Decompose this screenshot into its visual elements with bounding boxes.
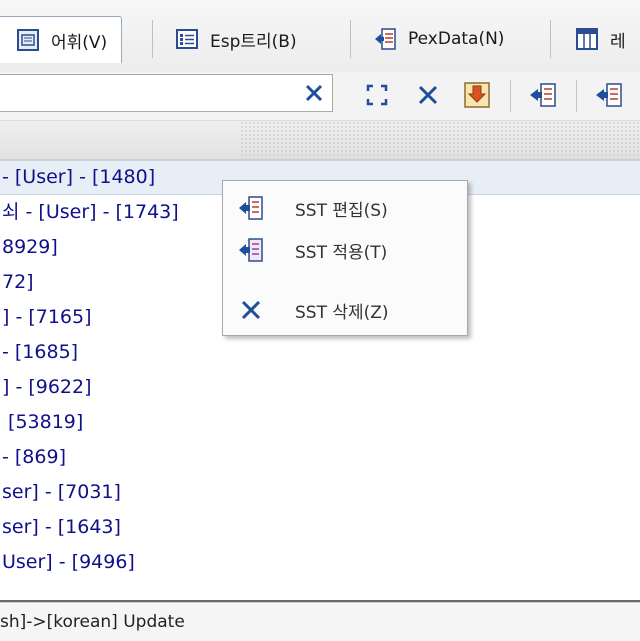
list-item-text: ] - [9622] bbox=[2, 376, 92, 398]
grip-pattern bbox=[240, 121, 640, 159]
esp-tree-icon bbox=[176, 29, 198, 49]
list-item[interactable]: ser] - [7031] bbox=[0, 475, 640, 510]
delete-button[interactable] bbox=[413, 80, 443, 110]
list-item-text: ] - [7165] bbox=[2, 306, 92, 328]
list-item-text: 8929] bbox=[2, 236, 58, 258]
menu-item-sst-edit[interactable]: SST 편집(S) bbox=[223, 189, 467, 227]
toolbar-separator bbox=[576, 80, 577, 112]
menu-item-label: SST 적용(T) bbox=[295, 242, 388, 263]
tab-esp-tree[interactable]: Esp트리(B) bbox=[176, 14, 297, 64]
close-icon bbox=[418, 85, 438, 105]
vocabulary-icon bbox=[17, 29, 39, 51]
tab-esp-tree-label: Esp트리(B) bbox=[210, 31, 297, 52]
close-icon bbox=[241, 300, 261, 320]
tab-vocabulary[interactable]: 어휘(V) bbox=[0, 16, 123, 63]
list-item[interactable]: [53819] bbox=[0, 405, 640, 440]
menu-item-sst-delete[interactable]: SST 삭제(Z) bbox=[223, 291, 467, 329]
list-item-text: - [869] bbox=[2, 446, 66, 468]
list-item[interactable]: - [1685] bbox=[0, 335, 640, 370]
search-input[interactable] bbox=[5, 75, 289, 111]
menu-item-label: SST 편집(S) bbox=[295, 200, 388, 221]
sst-edit-icon bbox=[530, 83, 556, 107]
list-item-text: [53819] bbox=[2, 411, 84, 433]
list-item-text: - [1685] bbox=[2, 341, 79, 363]
tab-vocabulary-label: 어휘(V) bbox=[51, 32, 108, 53]
expand-button[interactable] bbox=[362, 80, 392, 110]
menu-item-sst-apply[interactable]: SST 적용(T) bbox=[223, 231, 467, 269]
menu-item-label: SST 삭제(Z) bbox=[295, 302, 389, 323]
search-toolbar bbox=[0, 72, 640, 121]
download-button[interactable] bbox=[462, 80, 492, 110]
context-menu: SST 편집(S) SST 적용(T) SST 삭제(Z) bbox=[222, 180, 468, 336]
tab-pexdata[interactable]: PexData(N) bbox=[374, 14, 504, 64]
tab-separator bbox=[550, 20, 551, 58]
list-item-text: User] - [9496] bbox=[2, 551, 135, 573]
tab-more-label: 레 bbox=[610, 31, 626, 52]
list-item[interactable]: ] - [9622] bbox=[0, 370, 640, 405]
tab-separator bbox=[350, 20, 351, 58]
header-band bbox=[0, 121, 640, 160]
list-item[interactable]: ser] - [1643] bbox=[0, 510, 640, 545]
status-bar: sh]->[korean] Update bbox=[0, 602, 640, 641]
sst-apply-icon bbox=[596, 83, 622, 107]
tab-more[interactable]: 레 bbox=[576, 14, 626, 64]
toolbar-separator bbox=[510, 80, 511, 112]
table-icon bbox=[576, 28, 598, 50]
status-text: sh]->[korean] Update bbox=[0, 612, 185, 632]
sst-edit-button[interactable] bbox=[528, 80, 558, 110]
fullscreen-icon bbox=[366, 84, 388, 106]
tab-toolbar: 어휘(V) Esp트리(B) PexData(N) 레 bbox=[0, 0, 640, 73]
sst-edit-icon bbox=[239, 196, 263, 220]
tab-separator bbox=[152, 20, 153, 58]
tab-pexdata-label: PexData(N) bbox=[408, 29, 505, 49]
list-item-text: ser] - [7031] bbox=[2, 481, 121, 503]
pexdata-icon bbox=[375, 28, 396, 50]
sst-apply-button[interactable] bbox=[594, 80, 624, 110]
list-item-text: ser] - [1643] bbox=[2, 516, 121, 538]
close-icon[interactable] bbox=[304, 83, 324, 103]
list-item-text: 쇠 - [User] - [1743] bbox=[2, 201, 179, 223]
list-item-text: - [User] - [1480] bbox=[2, 166, 156, 188]
search-box bbox=[0, 74, 333, 112]
download-icon bbox=[464, 82, 490, 108]
list-item[interactable]: - [869] bbox=[0, 440, 640, 475]
list-item-text: 72] bbox=[2, 271, 34, 293]
sst-apply-icon bbox=[239, 238, 263, 262]
list-item[interactable]: User] - [9496] bbox=[0, 545, 640, 580]
